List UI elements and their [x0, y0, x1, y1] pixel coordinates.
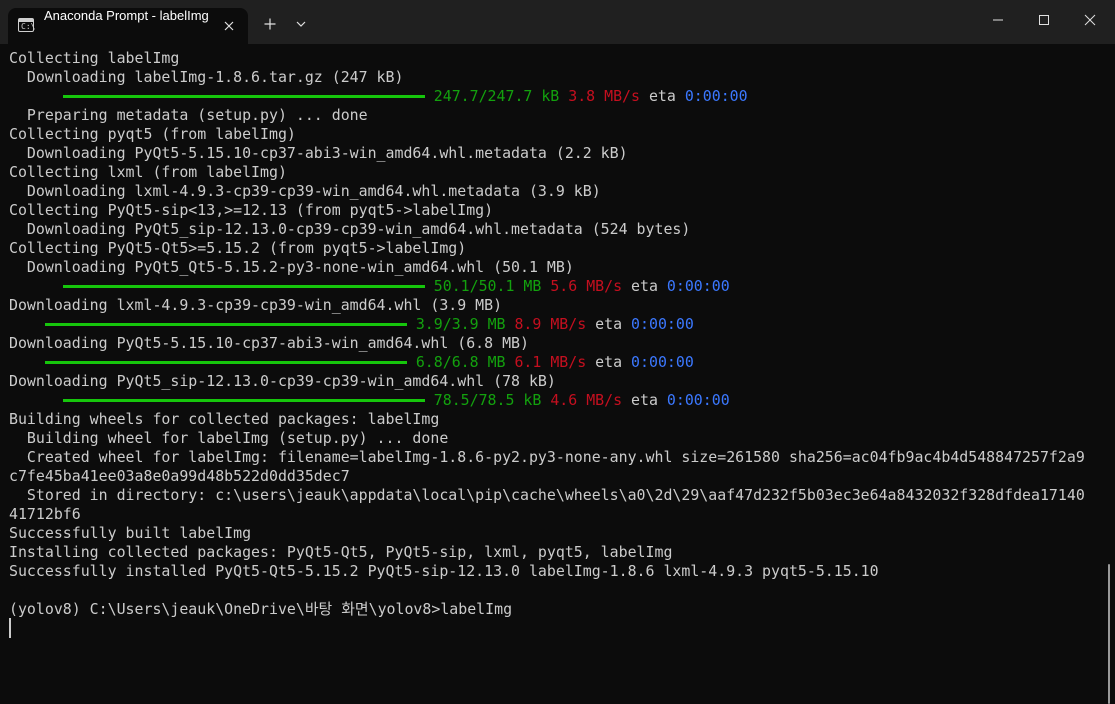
output-line: Successfully installed PyQt5-Qt5-5.15.2 …: [9, 562, 879, 580]
new-tab-button[interactable]: [258, 12, 282, 36]
progress-line: 3.9/3.9 MB 8.9 MB/s eta 0:00:00: [9, 315, 1104, 334]
output-line: Building wheels for collected packages: …: [9, 410, 440, 428]
output-line: Collecting lxml (from labelImg): [9, 163, 287, 181]
terminal-icon: C:\: [18, 18, 35, 32]
output-line: Downloading PyQt5_sip-12.13.0-cp39-cp39-…: [9, 372, 556, 390]
progress-size: 78.5/78.5 kB: [433, 391, 542, 409]
close-icon: [1084, 14, 1096, 26]
output-line: Collecting PyQt5-sip<13,>=12.13 (from py…: [9, 201, 494, 219]
progress-eta-label: eta: [595, 353, 623, 371]
terminal-output[interactable]: Collecting labelImg Downloading labelImg…: [0, 49, 1104, 704]
minimize-button[interactable]: [975, 0, 1021, 40]
minimize-icon: [993, 19, 1003, 21]
tab-close-button[interactable]: [218, 15, 240, 37]
progress-speed: 5.6 MB/s: [550, 277, 623, 295]
progress-line: 6.8/6.8 MB 6.1 MB/s eta 0:00:00: [9, 353, 1104, 372]
progress-indent: [9, 315, 45, 333]
output-line: Downloading lxml-4.9.3-cp39-cp39-win_amd…: [9, 182, 601, 200]
maximize-icon: [1039, 15, 1049, 25]
output-line: 41712bf6: [9, 505, 81, 523]
output-line: c7fe45ba41ee03a8e0a99d48b522d0dd35dec7: [9, 467, 350, 485]
progress-bar: [62, 284, 425, 288]
text-cursor: [9, 618, 11, 638]
progress-indent: [9, 391, 63, 409]
progress-indent: [9, 353, 45, 371]
progress-speed: 8.9 MB/s: [514, 315, 587, 333]
progress-speed: 3.8 MB/s: [568, 87, 640, 105]
progress-eta: 0:00:00: [631, 353, 694, 371]
progress-eta: 0:00:00: [666, 391, 730, 409]
progress-line: 247.7/247.7 kB 3.8 MB/s eta 0:00:00: [9, 87, 1104, 106]
progress-eta-label: eta: [631, 277, 658, 295]
chevron-down-icon: [296, 21, 306, 27]
progress-speed: 4.6 MB/s: [550, 391, 623, 409]
progress-size: 6.8/6.8 MB: [415, 353, 506, 371]
progress-speed: 6.1 MB/s: [514, 353, 587, 371]
output-line: Downloading lxml-4.9.3-cp39-cp39-win_amd…: [9, 296, 503, 314]
output-line: Downloading PyQt5_sip-12.13.0-cp39-cp39-…: [9, 220, 691, 238]
terminal-window: C:\ Anaconda Prompt - labelImg Collectin…: [0, 0, 1115, 704]
tab-anaconda-prompt[interactable]: C:\ Anaconda Prompt - labelImg: [8, 8, 248, 44]
progress-bar: [44, 360, 407, 364]
progress-bar: [62, 94, 425, 98]
command-prompt-line: (yolov8) C:\Users\jeauk\OneDrive\바탕 화면\y…: [9, 600, 513, 618]
output-line: Preparing metadata (setup.py) ... done: [9, 106, 368, 124]
tab-dropdown-button[interactable]: [289, 12, 313, 36]
output-line: Created wheel for labelImg: filename=lab…: [9, 448, 1085, 466]
output-line: Stored in directory: c:\users\jeauk\appd…: [9, 486, 1085, 504]
output-line: Collecting labelImg: [9, 49, 180, 67]
scrollbar-thumb[interactable]: [1108, 564, 1110, 704]
tab-title: Anaconda Prompt - labelImg: [44, 8, 209, 23]
progress-eta: 0:00:00: [631, 315, 694, 333]
scrollbar[interactable]: [1104, 44, 1115, 704]
output-line: Successfully built labelImg: [9, 524, 252, 542]
progress-size: 247.7/247.7 kB: [433, 87, 560, 105]
progress-eta: 0:00:00: [666, 277, 730, 295]
plus-icon: [264, 18, 276, 30]
output-line: Downloading labelImg-1.8.6.tar.gz (247 k…: [9, 68, 404, 86]
output-line: Downloading PyQt5-5.15.10-cp37-abi3-win_…: [9, 334, 529, 352]
output-line: Downloading PyQt5-5.15.10-cp37-abi3-win_…: [9, 144, 628, 162]
progress-eta-label: eta: [595, 315, 623, 333]
maximize-button[interactable]: [1021, 0, 1067, 40]
output-line: Installing collected packages: PyQt5-Qt5…: [9, 543, 673, 561]
progress-size: 3.9/3.9 MB: [415, 315, 506, 333]
progress-line: 78.5/78.5 kB 4.6 MB/s eta 0:00:00: [9, 391, 1104, 410]
progress-bar: [44, 322, 407, 326]
output-line: Collecting PyQt5-Qt5>=5.15.2 (from pyqt5…: [9, 239, 467, 257]
progress-line: 50.1/50.1 MB 5.6 MB/s eta 0:00:00: [9, 277, 1104, 296]
output-line: Downloading PyQt5_Qt5-5.15.2-py3-none-wi…: [9, 258, 574, 276]
progress-eta: 0:00:00: [684, 87, 748, 105]
output-line: Building wheel for labelImg (setup.py) .…: [9, 429, 449, 447]
output-line: Collecting pyqt5 (from labelImg): [9, 125, 296, 143]
progress-eta-label: eta: [648, 87, 676, 105]
progress-size: 50.1/50.1 MB: [433, 277, 542, 295]
progress-eta-label: eta: [631, 391, 658, 409]
close-button[interactable]: [1067, 0, 1113, 40]
progress-bar: [62, 398, 425, 402]
close-icon: [224, 21, 234, 31]
title-bar[interactable]: C:\ Anaconda Prompt - labelImg: [0, 0, 1115, 44]
progress-indent: [9, 277, 63, 295]
progress-indent: [9, 87, 63, 105]
